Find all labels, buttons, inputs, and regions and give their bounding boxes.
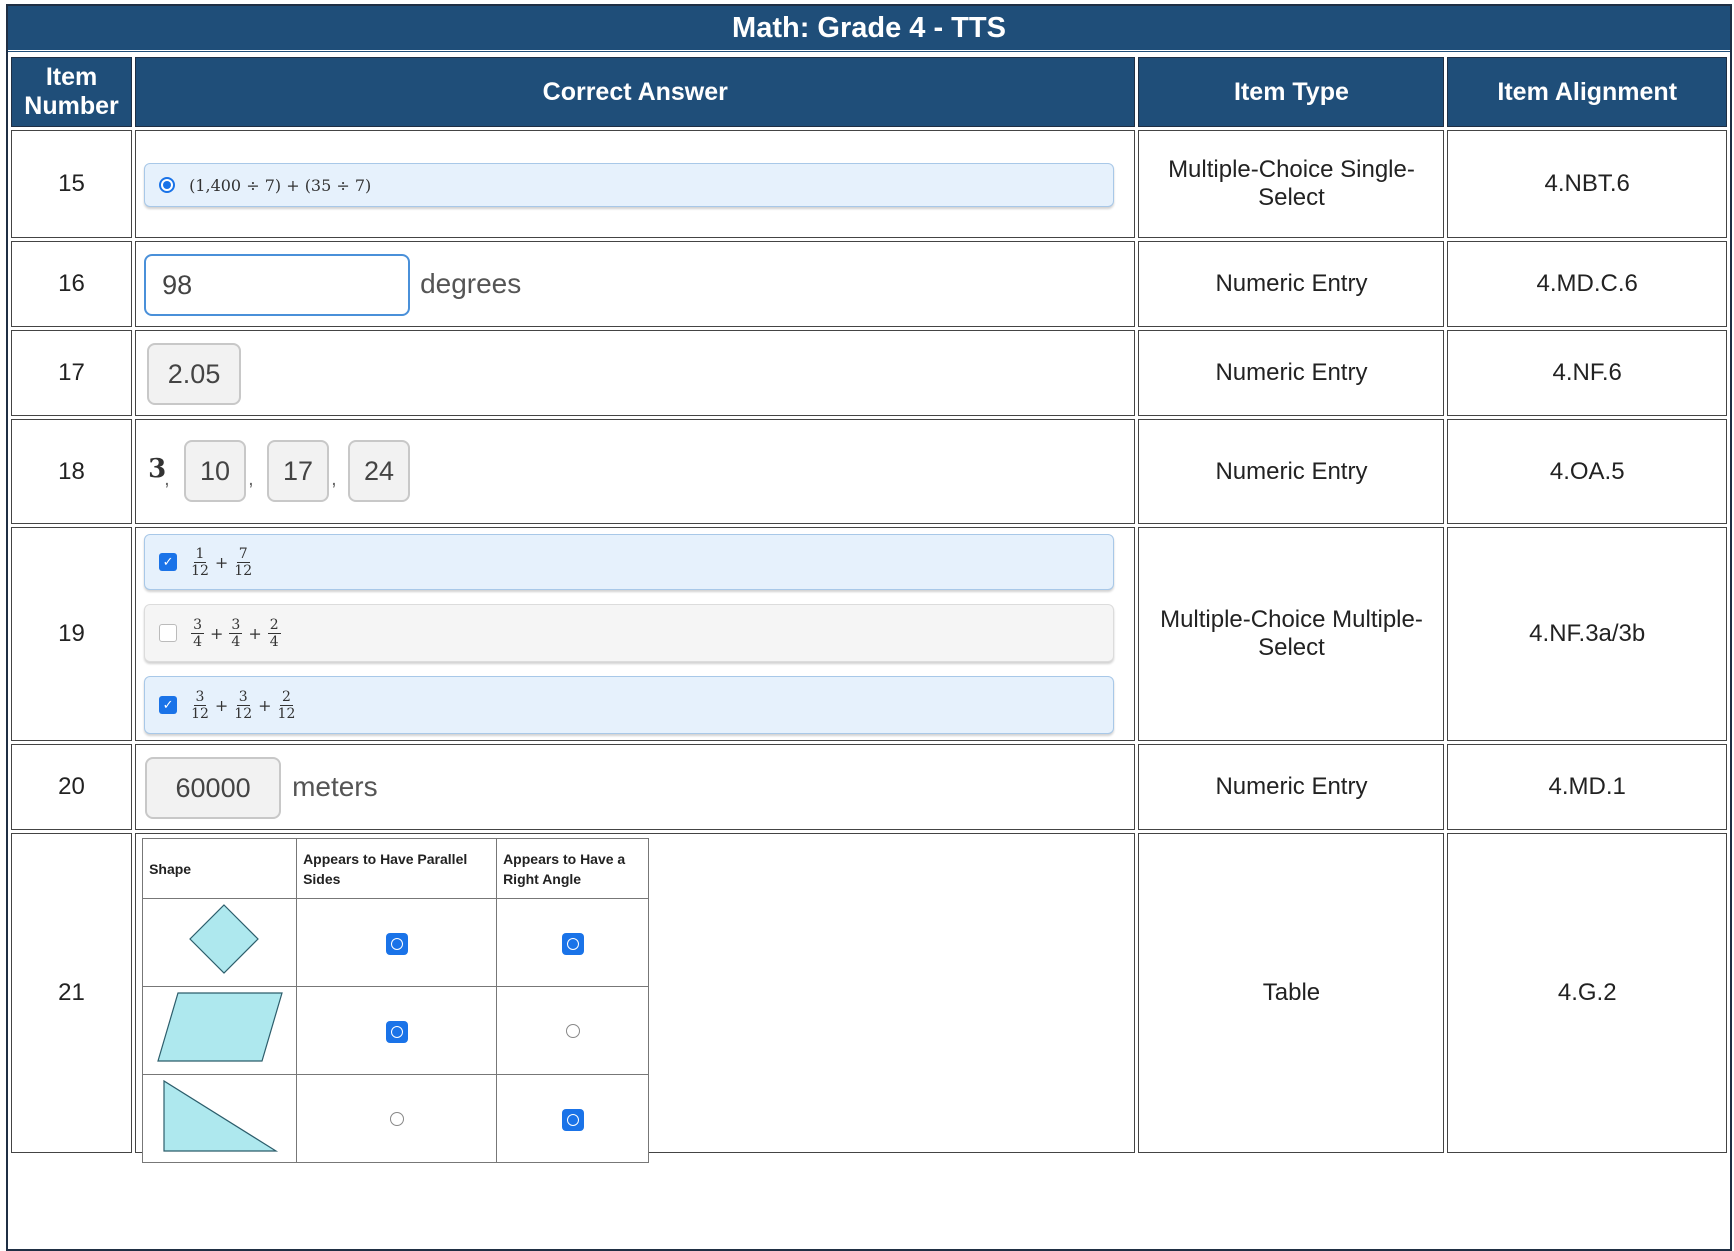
shape-right-triangle [142, 1074, 298, 1163]
fraction: 1 12 [191, 545, 209, 579]
header-item-number: Item Number [11, 57, 133, 127]
item-number: 18 [11, 419, 133, 524]
header-row: Item Number Correct Answer Item Type Ite… [11, 57, 1727, 127]
radio-selected-icon[interactable] [159, 177, 176, 193]
parallel-empty-radio[interactable] [389, 1111, 404, 1126]
table-row: 17 2.05 Numeric Entry 4.NF.6 [11, 330, 1727, 416]
answer-key-table: Item Number Correct Answer Item Type Ite… [8, 54, 1730, 1163]
table-row: 19 ✓ 1 12 +7 12 3 4 +3 4 +2 4 ✓ 3 12 +3 12 +2 12 Mult… [11, 527, 1727, 741]
table-row: 21 Shape Appears to Have Parallel Sides … [11, 833, 1727, 1163]
answer-option-selected[interactable]: (1,400 ÷ 7) + (35 ÷ 7) [144, 163, 1115, 207]
correct-answer-cell: 2.05 [135, 330, 1136, 416]
shape-property-table: Shape Appears to Have Parallel Sides App… [142, 838, 650, 1163]
item-type: Numeric Entry [1138, 330, 1445, 416]
comma: , [248, 468, 254, 490]
item-number: 15 [11, 130, 133, 238]
fraction: 7 12 [234, 545, 253, 579]
right-angle-empty-radio[interactable] [565, 1023, 580, 1038]
item-alignment: 4.G.2 [1447, 833, 1727, 1153]
answer-key-sheet: Math: Grade 4 - TTS Item Number Correct … [6, 4, 1732, 1251]
sub-header-parallel: Appears to Have Parallel Sides [296, 838, 498, 899]
correct-answer-cell: ✓ 1 12 +7 12 3 4 +3 4 +2 4 ✓ 3 12 +3 12 +2 12 [135, 527, 1136, 741]
table-row: 15 (1,400 ÷ 7) + (35 ÷ 7) Multiple-Choic… [11, 130, 1727, 238]
fraction: 3 12 [191, 688, 209, 722]
option-expression: (1,400 ÷ 7) + (35 ÷ 7) [189, 175, 372, 195]
item-alignment: 4.NF.6 [1447, 330, 1727, 416]
item-number: 16 [11, 241, 133, 327]
comma: , [164, 468, 170, 490]
item-number: 21 [11, 833, 133, 1153]
correct-answer-cell: 98 degrees [135, 241, 1136, 327]
numeric-input[interactable]: 98 [144, 254, 411, 316]
checkbox-checked-icon[interactable]: ✓ [159, 696, 178, 714]
right-triangle-icon [162, 1079, 278, 1152]
shape-rhombus [142, 898, 298, 987]
item-number: 19 [11, 527, 133, 741]
parallel-selected-radio[interactable] [385, 932, 408, 955]
numeric-input[interactable]: 24 [348, 440, 411, 502]
rhombus-icon [188, 904, 259, 974]
fraction: 34 [229, 616, 243, 650]
answer-option-selected[interactable]: ✓ 1 12 +7 12 [144, 534, 1115, 590]
item-alignment: 4.NBT.6 [1447, 130, 1727, 238]
checkbox-unchecked-icon[interactable] [159, 624, 178, 642]
parallelogram-icon [156, 992, 283, 1062]
item-type: Numeric Entry [1138, 241, 1445, 327]
shape-parallelogram [142, 986, 298, 1075]
numeric-input[interactable]: 17 [267, 440, 330, 502]
correct-answer-cell: (1,400 ÷ 7) + (35 ÷ 7) [135, 130, 1136, 238]
numeric-input[interactable]: 10 [184, 440, 247, 502]
numeric-input[interactable]: 2.05 [147, 343, 242, 405]
header-correct-answer: Correct Answer [135, 57, 1136, 127]
item-type: Table [1138, 833, 1445, 1153]
answer-option-unselected[interactable]: 3 4 +3 4 +2 4 [144, 604, 1115, 662]
correct-answer-cell: Shape Appears to Have Parallel Sides App… [135, 833, 1136, 1163]
item-type: Multiple-Choice Multiple-Select [1138, 527, 1445, 741]
parallel-selected-radio[interactable] [385, 1020, 408, 1043]
answer-option-selected[interactable]: ✓ 3 12 +3 12 +2 12 [144, 676, 1115, 734]
table-row: 18 3 , 10 , 17 , 24 Numeric Entry 4.OA.5 [11, 419, 1727, 524]
page-title: Math: Grade 4 - TTS [8, 6, 1730, 53]
item-alignment: 4.NF.3a/3b [1447, 527, 1727, 741]
item-alignment: 4.OA.5 [1447, 419, 1727, 524]
sub-header-right-angle: Appears to Have a Right Angle [496, 838, 650, 899]
item-type: Multiple-Choice Single-Select [1138, 130, 1445, 238]
numeric-input[interactable]: 60000 [145, 757, 282, 819]
unit-label: meters [292, 771, 378, 802]
right-angle-selected-radio[interactable] [561, 1108, 584, 1131]
header-item-alignment: Item Alignment [1447, 57, 1727, 127]
table-row: 16 98 degrees Numeric Entry 4.MD.C.6 [11, 241, 1727, 327]
sub-header-shape: Shape [142, 838, 298, 899]
table-row: 20 60000 meters Numeric Entry 4.MD.1 [11, 744, 1727, 830]
fraction: 34 [191, 616, 204, 650]
right-angle-selected-radio[interactable] [561, 932, 584, 955]
item-alignment: 4.MD.1 [1447, 744, 1727, 830]
item-type: Numeric Entry [1138, 419, 1445, 524]
unit-label: degrees [420, 268, 522, 299]
fraction: 2 12 [277, 688, 296, 722]
item-number: 20 [11, 744, 133, 830]
fraction: 3 12 [234, 688, 253, 722]
checkbox-checked-icon[interactable]: ✓ [159, 553, 178, 571]
header-item-type: Item Type [1138, 57, 1445, 127]
comma: , [331, 468, 337, 490]
item-alignment: 4.MD.C.6 [1447, 241, 1727, 327]
fraction: 24 [267, 616, 281, 650]
item-number: 17 [11, 330, 133, 416]
item-type: Numeric Entry [1138, 744, 1445, 830]
correct-answer-cell: 60000 meters [135, 744, 1136, 830]
correct-answer-cell: 3 , 10 , 17 , 24 [135, 419, 1136, 524]
